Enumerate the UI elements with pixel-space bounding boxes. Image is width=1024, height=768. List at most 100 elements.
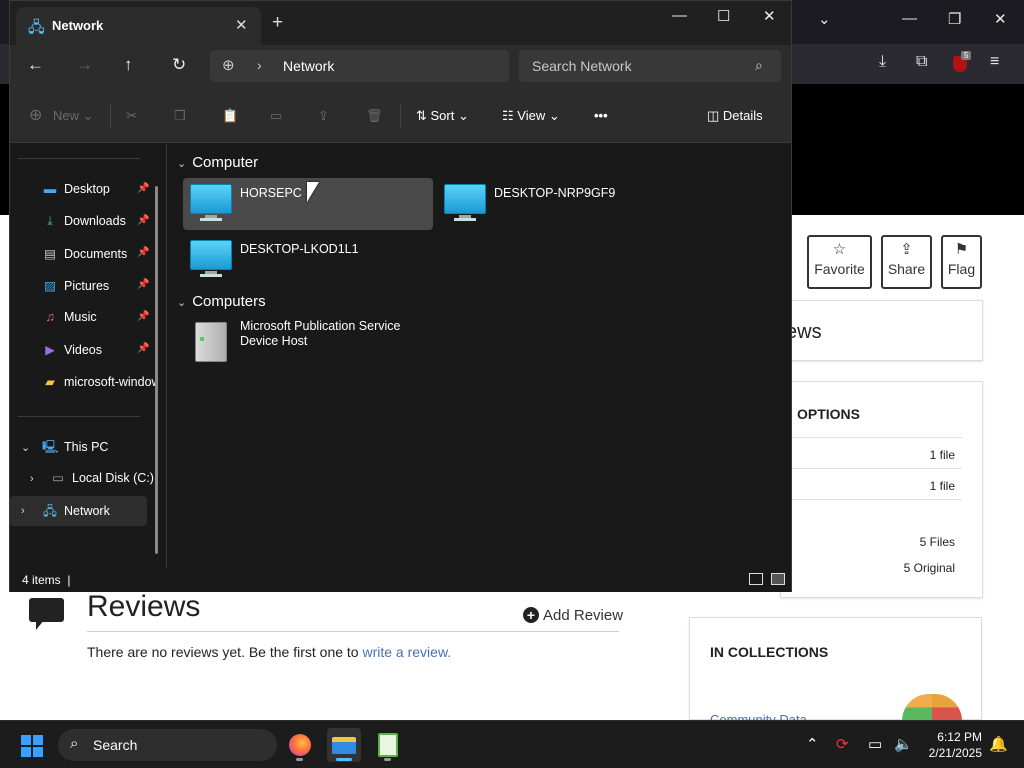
monitor-base [200,274,222,277]
new-button[interactable]: New ⌄ [53,108,94,124]
collections-panel: IN COLLECTIONS Community Data [689,617,982,721]
copy-icon[interactable]: ❐ [174,108,186,124]
browser-close-button[interactable]: ✕ [994,10,1007,28]
close-button[interactable]: ✕ [763,7,776,25]
forward-arrow-icon[interactable]: → [76,55,93,75]
sidebar-item-music[interactable]: ♫ Music 📌 [42,310,158,332]
pin-icon[interactable]: 📌 [137,247,149,258]
item-count-text: 4 items [22,573,61,587]
option-row-value[interactable]: 5 Original [904,561,955,575]
group-header-computers[interactable]: ⌄ Computers [177,293,266,310]
browser-restore-button[interactable]: ❐ [948,10,961,28]
browser-minimize-button[interactable]: — [902,10,917,27]
chevron-right-icon[interactable]: › [30,473,34,485]
no-reviews-text: There are no reviews yet. Be the first o… [87,644,451,660]
sidebar-item-local-disk[interactable]: ▭ Local Disk (C:) [50,470,160,492]
menu-icon[interactable]: ≡ [990,53,999,71]
status-led [200,337,204,341]
pin-icon[interactable]: 📌 [137,343,149,354]
sidebar-scrollbar[interactable] [155,186,158,554]
sidebar-item-desktop[interactable]: ▬ Desktop 📌 [42,182,158,204]
add-review-button[interactable]: + Add Review [523,607,623,624]
extensions-icon[interactable]: ⧉ [916,53,927,71]
file-explorer-icon[interactable] [327,728,361,762]
divider [792,468,962,469]
view-button[interactable]: ☷ View ⌄ [502,108,560,124]
sort-button[interactable]: ⇅ Sort ⌄ [416,108,469,124]
paste-icon[interactable]: 📋 [222,108,238,124]
network-item-desktop-nrp9gf9[interactable]: DESKTOP-NRP9GF9 [437,178,687,230]
option-row-value[interactable]: 1 file [930,479,955,493]
breadcrumb-network[interactable]: Network [283,58,334,74]
refresh-icon[interactable]: ↻ [172,55,186,75]
sort-label: Sort [430,108,455,123]
sidebar-item-videos[interactable]: ▶ Videos 📌 [42,342,158,364]
tab-list-chevron-icon[interactable]: ⌄ [818,10,831,28]
firefox-icon[interactable] [283,728,317,762]
pin-icon[interactable]: 📌 [137,279,149,290]
add-review-label: Add Review [543,607,624,624]
up-arrow-icon[interactable]: ↑ [124,55,133,75]
divider [110,104,111,128]
chevron-right-icon[interactable]: › [21,505,25,517]
tiles-view-icon[interactable] [771,573,785,585]
sidebar-item-downloads[interactable]: ⤓ Downloads 📌 [42,214,158,236]
sidebar-item-microsoft-windows[interactable]: ▰ microsoft-windows [42,374,158,396]
downloads-icon: ⤓ [47,214,53,228]
sound-muted-icon[interactable]: 🔈 [894,735,913,753]
sidebar-item-this-pc[interactable]: 🖳 This PC [42,438,158,460]
sync-icon[interactable]: ⟳ [836,735,849,753]
sidebar-item-pictures[interactable]: ▨ Pictures 📌 [42,278,158,300]
maximize-button[interactable]: ☐ [717,7,730,25]
device-host-icon [195,322,227,362]
option-row-value[interactable]: 1 file [930,448,955,462]
taskbar: ⌕ Search ⌃ ⟳ ▭ 🔈 6:12 PM 2/21/2025 🔔 [0,720,1024,768]
chevron-right-icon[interactable]: › [257,57,262,73]
network-item-publication-service[interactable]: Microsoft Publication Service Device Host [183,316,433,368]
system-clock[interactable]: 6:12 PM 2/21/2025 [920,729,982,761]
option-row-value[interactable]: 5 Files [920,535,955,549]
download-icon[interactable]: ⤓ [879,53,886,71]
start-button[interactable] [21,735,43,757]
favorite-button[interactable]: ☆ Favorite [807,235,872,289]
more-options-button[interactable]: ••• [594,108,608,123]
pin-icon[interactable]: 📌 [137,311,149,322]
share-button[interactable]: ⇪ Share [881,235,932,289]
back-arrow-icon[interactable]: ← [27,55,44,75]
chevron-down-icon[interactable]: ⌄ [21,441,30,454]
share-icon[interactable]: ⇪ [318,108,329,124]
search-input[interactable]: Search Network ⌕ [519,50,781,82]
pin-icon[interactable]: 📌 [137,183,149,194]
group-header-computer[interactable]: ⌄ Computer [177,154,258,171]
new-label: New [53,108,80,123]
notepad-plus-plus-icon[interactable] [371,728,405,762]
notification-bell-icon[interactable]: 🔔 [989,735,1008,753]
collection-thumbnail[interactable] [902,694,962,721]
delete-icon[interactable]: 🗑 [366,108,383,124]
pin-icon[interactable]: 📌 [137,215,149,226]
status-bar: 4 items | [10,568,791,592]
no-reviews-message: There are no reviews yet. Be the first o… [87,644,363,660]
new-tab-button[interactable]: + [272,12,283,34]
network-item-desktop-lkod1l1[interactable]: DESKTOP-LKOD1L1 [183,234,433,286]
divider [87,631,619,632]
details-view-icon[interactable] [749,573,763,585]
desktop-icon: ▬ [43,182,57,196]
taskbar-search[interactable]: ⌕ Search [58,729,277,761]
display-icon[interactable]: ▭ [868,735,882,753]
sidebar-label: Pictures [64,279,110,293]
flag-button[interactable]: ⚑ Flag [941,235,982,289]
sidebar-item-network[interactable]: 🖧 Network [42,502,158,524]
tab-network[interactable]: 🖧 Network ✕ [16,7,261,45]
this-pc-icon: 🖳 [42,440,59,454]
cut-icon[interactable]: ✂ [126,108,137,124]
sidebar-item-documents[interactable]: ▤ Documents 📌 [42,246,158,268]
details-button[interactable]: ◫ Details [707,108,763,124]
write-review-link[interactable]: write a review. [362,644,451,660]
minimize-button[interactable]: — [672,7,687,24]
chevron-up-icon[interactable]: ⌃ [806,735,819,753]
close-tab-icon[interactable]: ✕ [235,16,248,34]
new-plus-icon: ⊕ [29,107,43,124]
address-bar[interactable]: ⊕ › Network [210,50,509,82]
rename-icon[interactable]: ▭ [270,108,282,124]
